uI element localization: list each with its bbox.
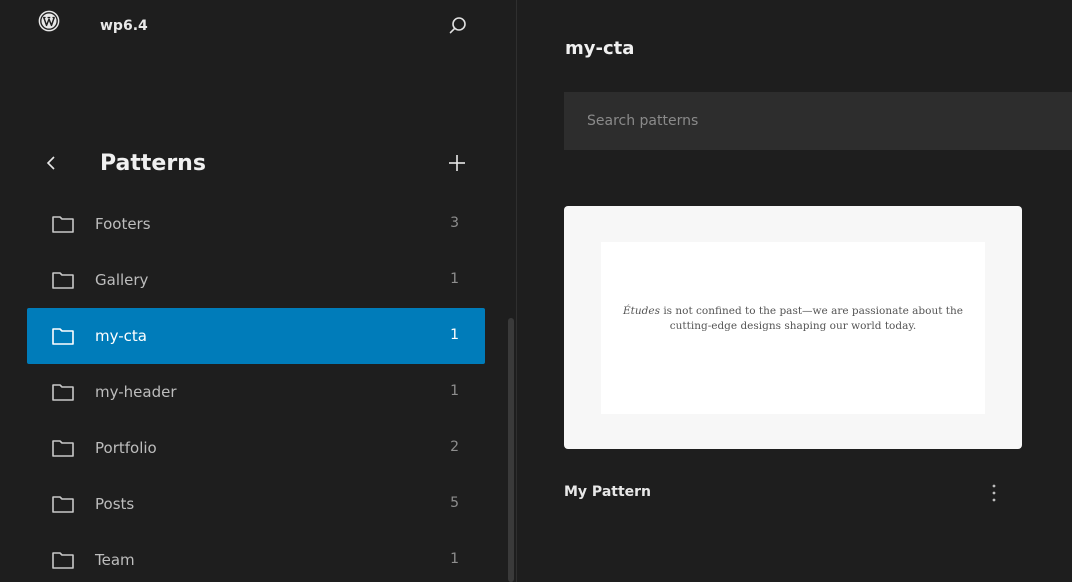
site-name[interactable]: wp6.4 [100, 18, 148, 34]
folder-icon [51, 382, 75, 402]
search-patterns-input[interactable] [564, 92, 1072, 150]
folder-icon [51, 214, 75, 234]
scrollbar-thumb[interactable] [508, 318, 514, 582]
sidebar-item-count: 3 [450, 215, 459, 231]
pattern-preview-body: is not confined to the past—we are passi… [659, 305, 963, 332]
wordpress-logo-icon[interactable] [38, 10, 60, 32]
folder-icon [51, 494, 75, 514]
sidebar-item-posts[interactable]: Posts 5 [27, 476, 485, 532]
sidebar-item-label: Gallery [95, 271, 149, 289]
sidebar-item-label: my-header [95, 383, 177, 401]
sidebar-item-portfolio[interactable]: Portfolio 2 [27, 420, 485, 476]
sidebar-item-label: Portfolio [95, 439, 157, 457]
sidebar-item-my-cta[interactable]: my-cta 1 [27, 308, 485, 364]
folder-icon [51, 438, 75, 458]
sidebar-item-label: Posts [95, 495, 135, 513]
sidebar-item-label: my-cta [95, 327, 147, 345]
sidebar-item-count: 1 [450, 383, 459, 399]
sidebar-item-count: 2 [450, 439, 459, 455]
search-icon[interactable] [446, 14, 470, 38]
sidebar-item-count: 1 [450, 271, 459, 287]
pattern-preview-emphasis: Études [623, 305, 660, 317]
pattern-name[interactable]: My Pattern [564, 484, 651, 500]
sidebar-scrollbar[interactable] [508, 318, 514, 582]
sidebar-item-count: 1 [450, 551, 459, 567]
sidebar-item-team[interactable]: Team 1 [27, 532, 485, 582]
pattern-preview-text: Études is not confined to the past—we ar… [621, 304, 965, 334]
sidebar-item-label: Footers [95, 215, 151, 233]
sidebar-item-label: Team [95, 551, 135, 569]
sidebar-item-footers[interactable]: Footers 3 [27, 196, 485, 252]
sidebar-item-gallery[interactable]: Gallery 1 [27, 252, 485, 308]
patterns-title: Patterns [100, 151, 206, 176]
plus-icon[interactable] [444, 150, 470, 176]
pattern-category-list: Footers 3 Gallery 1 my-cta 1 my-header 1 Portfol… [27, 196, 485, 582]
patterns-header: Patterns [8, 140, 516, 188]
main-content: my-cta Études is not confined to the pas… [517, 0, 1072, 582]
pattern-preview-content: Études is not confined to the past—we ar… [601, 242, 985, 414]
sidebar-item-count: 5 [450, 495, 459, 511]
more-options-icon[interactable] [987, 480, 1001, 506]
sidebar: wp6.4 Patterns Footers 3 Gallery 1 my-cta 1 my… [8, 0, 524, 582]
page-title: my-cta [565, 38, 635, 59]
folder-icon [51, 326, 75, 346]
sidebar-item-count: 1 [450, 327, 459, 343]
folder-icon [51, 550, 75, 570]
site-header: wp6.4 [8, 6, 516, 50]
sidebar-item-my-header[interactable]: my-header 1 [27, 364, 485, 420]
chevron-left-icon[interactable] [42, 152, 62, 174]
folder-icon [51, 270, 75, 290]
pattern-preview-card[interactable]: Études is not confined to the past—we ar… [564, 206, 1022, 449]
